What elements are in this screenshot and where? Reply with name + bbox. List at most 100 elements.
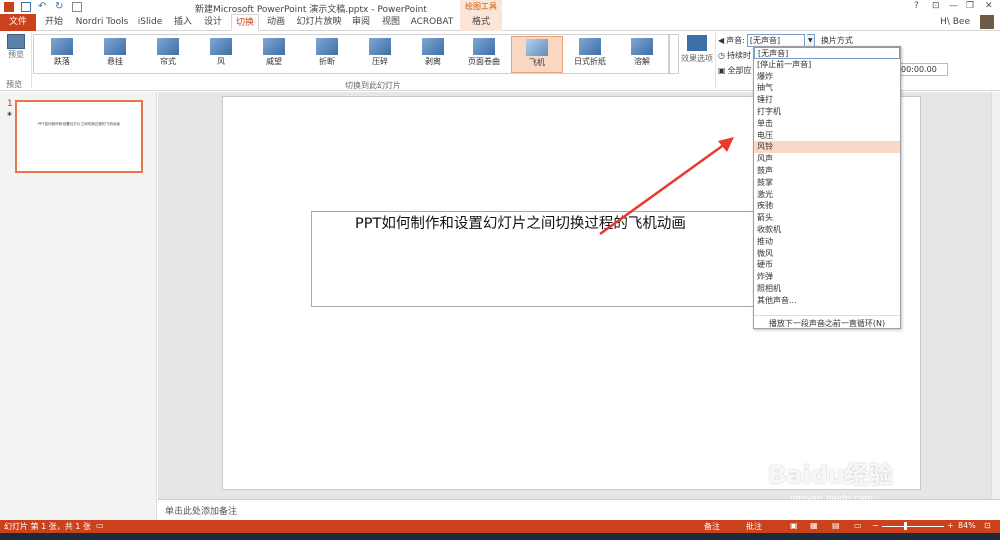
- notes-placeholder[interactable]: 单击此处添加备注: [165, 504, 237, 517]
- transition-crush[interactable]: 压碎: [354, 36, 406, 73]
- transition-airplane[interactable]: 飞机: [511, 36, 563, 73]
- tab-design[interactable]: 设计: [200, 14, 226, 31]
- sound-option[interactable]: 鼓声: [754, 165, 900, 177]
- sound-option[interactable]: 微风: [754, 248, 900, 260]
- sound-option[interactable]: 炸弹: [754, 271, 900, 283]
- reading-view-icon[interactable]: ▤: [832, 521, 840, 530]
- effect-options-button[interactable]: 效果选项: [681, 34, 713, 64]
- title-bar: ↶ ↻ 新建Microsoft PowerPoint 演示文稿.pptx - P…: [0, 0, 1000, 15]
- zoom-out-icon[interactable]: −: [872, 521, 879, 530]
- transition-peel-off[interactable]: 剥离: [407, 36, 459, 73]
- restore-button[interactable]: ❐: [966, 1, 974, 11]
- tab-transitions[interactable]: 切换: [231, 14, 259, 31]
- tab-slideshow[interactable]: 幻灯片放映: [294, 14, 344, 31]
- sound-option[interactable]: 鼓掌: [754, 177, 900, 189]
- transition-fracture[interactable]: 折断: [301, 36, 353, 73]
- transition-prestige[interactable]: 威望: [248, 36, 300, 73]
- tab-review[interactable]: 审阅: [348, 14, 374, 31]
- apply-all-label[interactable]: 全部应: [728, 65, 752, 76]
- help-button[interactable]: ?: [914, 1, 919, 11]
- transition-wind[interactable]: 风: [195, 36, 247, 73]
- sound-option[interactable]: 箭头: [754, 212, 900, 224]
- duration-label: 持续时: [726, 51, 751, 60]
- transition-dissolve[interactable]: 溶解: [616, 36, 668, 73]
- os-taskbar: [0, 533, 1000, 540]
- tab-nordri-tools[interactable]: Nordri Tools: [72, 14, 132, 31]
- crush-icon: [369, 38, 391, 55]
- transition-page-curl[interactable]: 页面卷曲: [458, 36, 510, 73]
- ribbon-tabs: 文件 开始 Nordri Tools iSlide 插入 设计 切换 动画 幻灯…: [0, 14, 1000, 31]
- sound-option-highlighted[interactable]: 风铃: [754, 141, 900, 154]
- sound-option[interactable]: 疾驰: [754, 200, 900, 212]
- redo-icon[interactable]: ↻: [55, 2, 65, 12]
- sound-option[interactable]: 硬币: [754, 259, 900, 271]
- transition-origami[interactable]: 日式折纸: [564, 36, 616, 73]
- tab-islide[interactable]: iSlide: [134, 14, 166, 31]
- slide-number: 1: [7, 99, 13, 109]
- watermark-url: jingyan.baidu.com: [790, 494, 874, 504]
- sound-option[interactable]: 激光: [754, 189, 900, 201]
- notes-pane[interactable]: [158, 499, 1000, 520]
- zoom-slider-thumb[interactable]: [904, 522, 907, 530]
- transitions-group-label: 切换到此幻灯片: [345, 81, 401, 90]
- save-icon[interactable]: [21, 2, 31, 12]
- ribbon-display-button[interactable]: ⊡: [932, 1, 940, 11]
- slide-thumbnail[interactable]: [15, 100, 143, 173]
- dissolve-icon: [631, 38, 653, 55]
- sound-option[interactable]: 锤打: [754, 94, 900, 106]
- sound-option[interactable]: 爆炸: [754, 71, 900, 83]
- duration-input[interactable]: 00:00.00: [898, 63, 948, 76]
- preview-group-label: 预览: [6, 80, 22, 89]
- notes-toggle[interactable]: 备注: [704, 521, 720, 532]
- tab-file[interactable]: 文件: [0, 14, 36, 31]
- undo-icon[interactable]: ↶: [38, 2, 48, 12]
- normal-view-icon[interactable]: ▣: [790, 521, 798, 530]
- language-icon[interactable]: ▭: [96, 521, 104, 530]
- tab-animations[interactable]: 动画: [262, 14, 290, 31]
- user-name[interactable]: H\ Bee: [940, 17, 970, 27]
- clock-icon: ◷: [718, 51, 725, 60]
- sound-option[interactable]: 打字机: [754, 106, 900, 118]
- fit-slide-icon[interactable]: ⊡: [984, 521, 991, 530]
- vertical-scrollbar[interactable]: [991, 92, 1000, 499]
- transition-curtains[interactable]: 帘式: [142, 36, 194, 73]
- tab-format[interactable]: 格式: [460, 14, 502, 31]
- preview-button[interactable]: 预览: [4, 34, 28, 60]
- zoom-in-icon[interactable]: +: [947, 521, 954, 530]
- tab-acrobat[interactable]: ACROBAT: [409, 14, 455, 31]
- slide-sorter-icon[interactable]: ▦: [810, 521, 818, 530]
- thumbnail-text: PPT如何制作和设置幻灯片之间切换过程的飞机动画: [38, 122, 120, 126]
- sound-label: 声音:: [726, 36, 745, 45]
- zoom-level[interactable]: 84%: [958, 521, 976, 530]
- tab-insert[interactable]: 插入: [170, 14, 196, 31]
- divider: [715, 33, 716, 88]
- present-icon[interactable]: [72, 2, 82, 12]
- fall-over-icon: [51, 38, 73, 55]
- tab-view[interactable]: 视图: [378, 14, 404, 31]
- sound-option[interactable]: 电压: [754, 130, 900, 142]
- gallery-scrollbar[interactable]: [669, 34, 679, 74]
- sound-option[interactable]: 单击: [754, 118, 900, 130]
- sound-option[interactable]: 推动: [754, 236, 900, 248]
- divider: [31, 33, 32, 88]
- close-button[interactable]: ✕: [985, 1, 993, 11]
- resize-grip-icon[interactable]: ∙∙∙∙: [754, 322, 900, 328]
- sound-option[interactable]: 照相机: [754, 283, 900, 295]
- transition-drape[interactable]: 悬挂: [89, 36, 141, 73]
- zoom-slider[interactable]: [882, 526, 944, 527]
- minimize-button[interactable]: —: [949, 1, 958, 11]
- tab-home[interactable]: 开始: [41, 14, 67, 31]
- apply-all-icon[interactable]: ▣: [718, 66, 726, 75]
- curtains-icon: [157, 38, 179, 55]
- slideshow-icon[interactable]: ▭: [854, 521, 862, 530]
- sound-option[interactable]: [无声音]: [754, 47, 900, 59]
- sound-option-other[interactable]: 其他声音...: [754, 295, 900, 307]
- avatar[interactable]: [980, 15, 994, 29]
- comments-toggle[interactable]: 批注: [746, 521, 762, 532]
- arrow-shaft: [599, 142, 726, 236]
- sound-option[interactable]: 收款机: [754, 224, 900, 236]
- sound-option[interactable]: 风声: [754, 153, 900, 165]
- sound-option[interactable]: 抽气: [754, 82, 900, 94]
- transition-fall-over[interactable]: 跌落: [36, 36, 88, 73]
- sound-option[interactable]: [停止前一声音]: [754, 59, 900, 71]
